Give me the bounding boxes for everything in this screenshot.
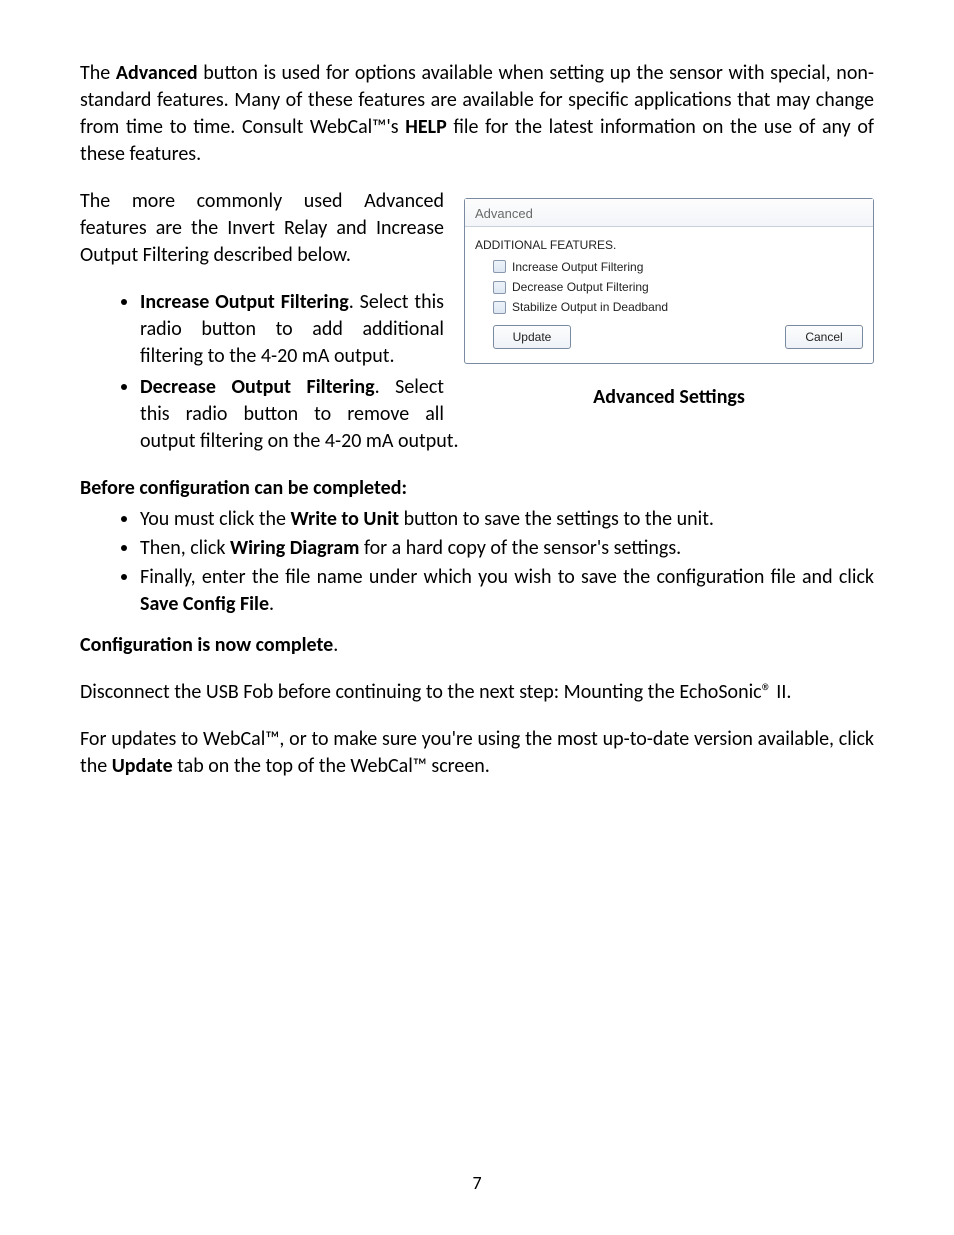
update-button[interactable]: Update (493, 325, 571, 349)
checkbox-label: Stabilize Output in Deadband (512, 299, 668, 315)
dialog-titlebar: Advanced (465, 199, 873, 227)
text: Then, click (140, 536, 230, 560)
figure-caption: Advanced Settings (464, 384, 874, 411)
text: button to save the settings to the unit. (399, 507, 714, 531)
heading-before-config: Before configuration can be completed: (80, 475, 874, 502)
page-number: 7 (0, 1171, 954, 1195)
checkbox-row-decrease[interactable]: Decrease Output Filtering (493, 279, 863, 295)
checkbox-row-increase[interactable]: Increase Output Filtering (493, 259, 863, 275)
list-item: Then, click Wiring Diagram for a hard co… (140, 535, 874, 562)
dialog-subtitle: ADDITIONAL FEATURES. (475, 237, 863, 253)
checkbox-icon[interactable] (493, 301, 506, 314)
text: . (269, 592, 274, 616)
dialog-button-row: Update Cancel (493, 325, 863, 349)
text: . (333, 633, 338, 657)
text: You must click the (140, 507, 291, 531)
advanced-dialog: Advanced ADDITIONAL FEATURES. Increase O… (464, 198, 874, 364)
bold-advanced: Advanced (116, 61, 198, 85)
checkbox-icon[interactable] (493, 281, 506, 294)
dialog-body: ADDITIONAL FEATURES. Increase Output Fil… (465, 227, 873, 364)
list-item: Finally, enter the file name under which… (140, 564, 874, 618)
text: The (80, 61, 116, 85)
list-item: You must click the Write to Unit button … (140, 506, 874, 533)
text: tab on the top of the WebCal™ screen. (173, 754, 490, 778)
bold-update-tab: Update (112, 754, 173, 778)
checkbox-label: Decrease Output Filtering (512, 279, 649, 295)
checkbox-icon[interactable] (493, 260, 506, 273)
checkbox-label: Increase Output Filtering (512, 259, 643, 275)
figure-block: Advanced ADDITIONAL FEATURES. Increase O… (464, 198, 874, 411)
checkbox-row-stabilize[interactable]: Stabilize Output in Deadband (493, 299, 863, 315)
bold-increase: Increase Output Filtering (140, 290, 349, 314)
text: Finally, enter the file name under which… (140, 565, 874, 589)
paragraph-updates: For updates to WebCal™, or to make sure … (80, 726, 874, 780)
bold-decrease: Decrease Output Filtering (140, 375, 375, 399)
bold-save-config: Save Config File (140, 592, 269, 616)
heading-config-complete: Configuration is now complete. (80, 632, 874, 659)
bold-write-to-unit: Write to Unit (291, 507, 400, 531)
text: for a hard copy of the sensor's settings… (359, 536, 681, 560)
bold-help: HELP (405, 115, 446, 139)
paragraph-disconnect: Disconnect the USB Fob before continuing… (80, 679, 874, 706)
config-steps-bullets: You must click the Write to Unit button … (80, 506, 874, 618)
bold-config-complete: Configuration is now complete (80, 633, 333, 657)
cancel-button[interactable]: Cancel (785, 325, 863, 349)
bold-wiring-diagram: Wiring Diagram (230, 536, 359, 560)
paragraph-advanced-intro: The Advanced button is used for options … (80, 60, 874, 168)
